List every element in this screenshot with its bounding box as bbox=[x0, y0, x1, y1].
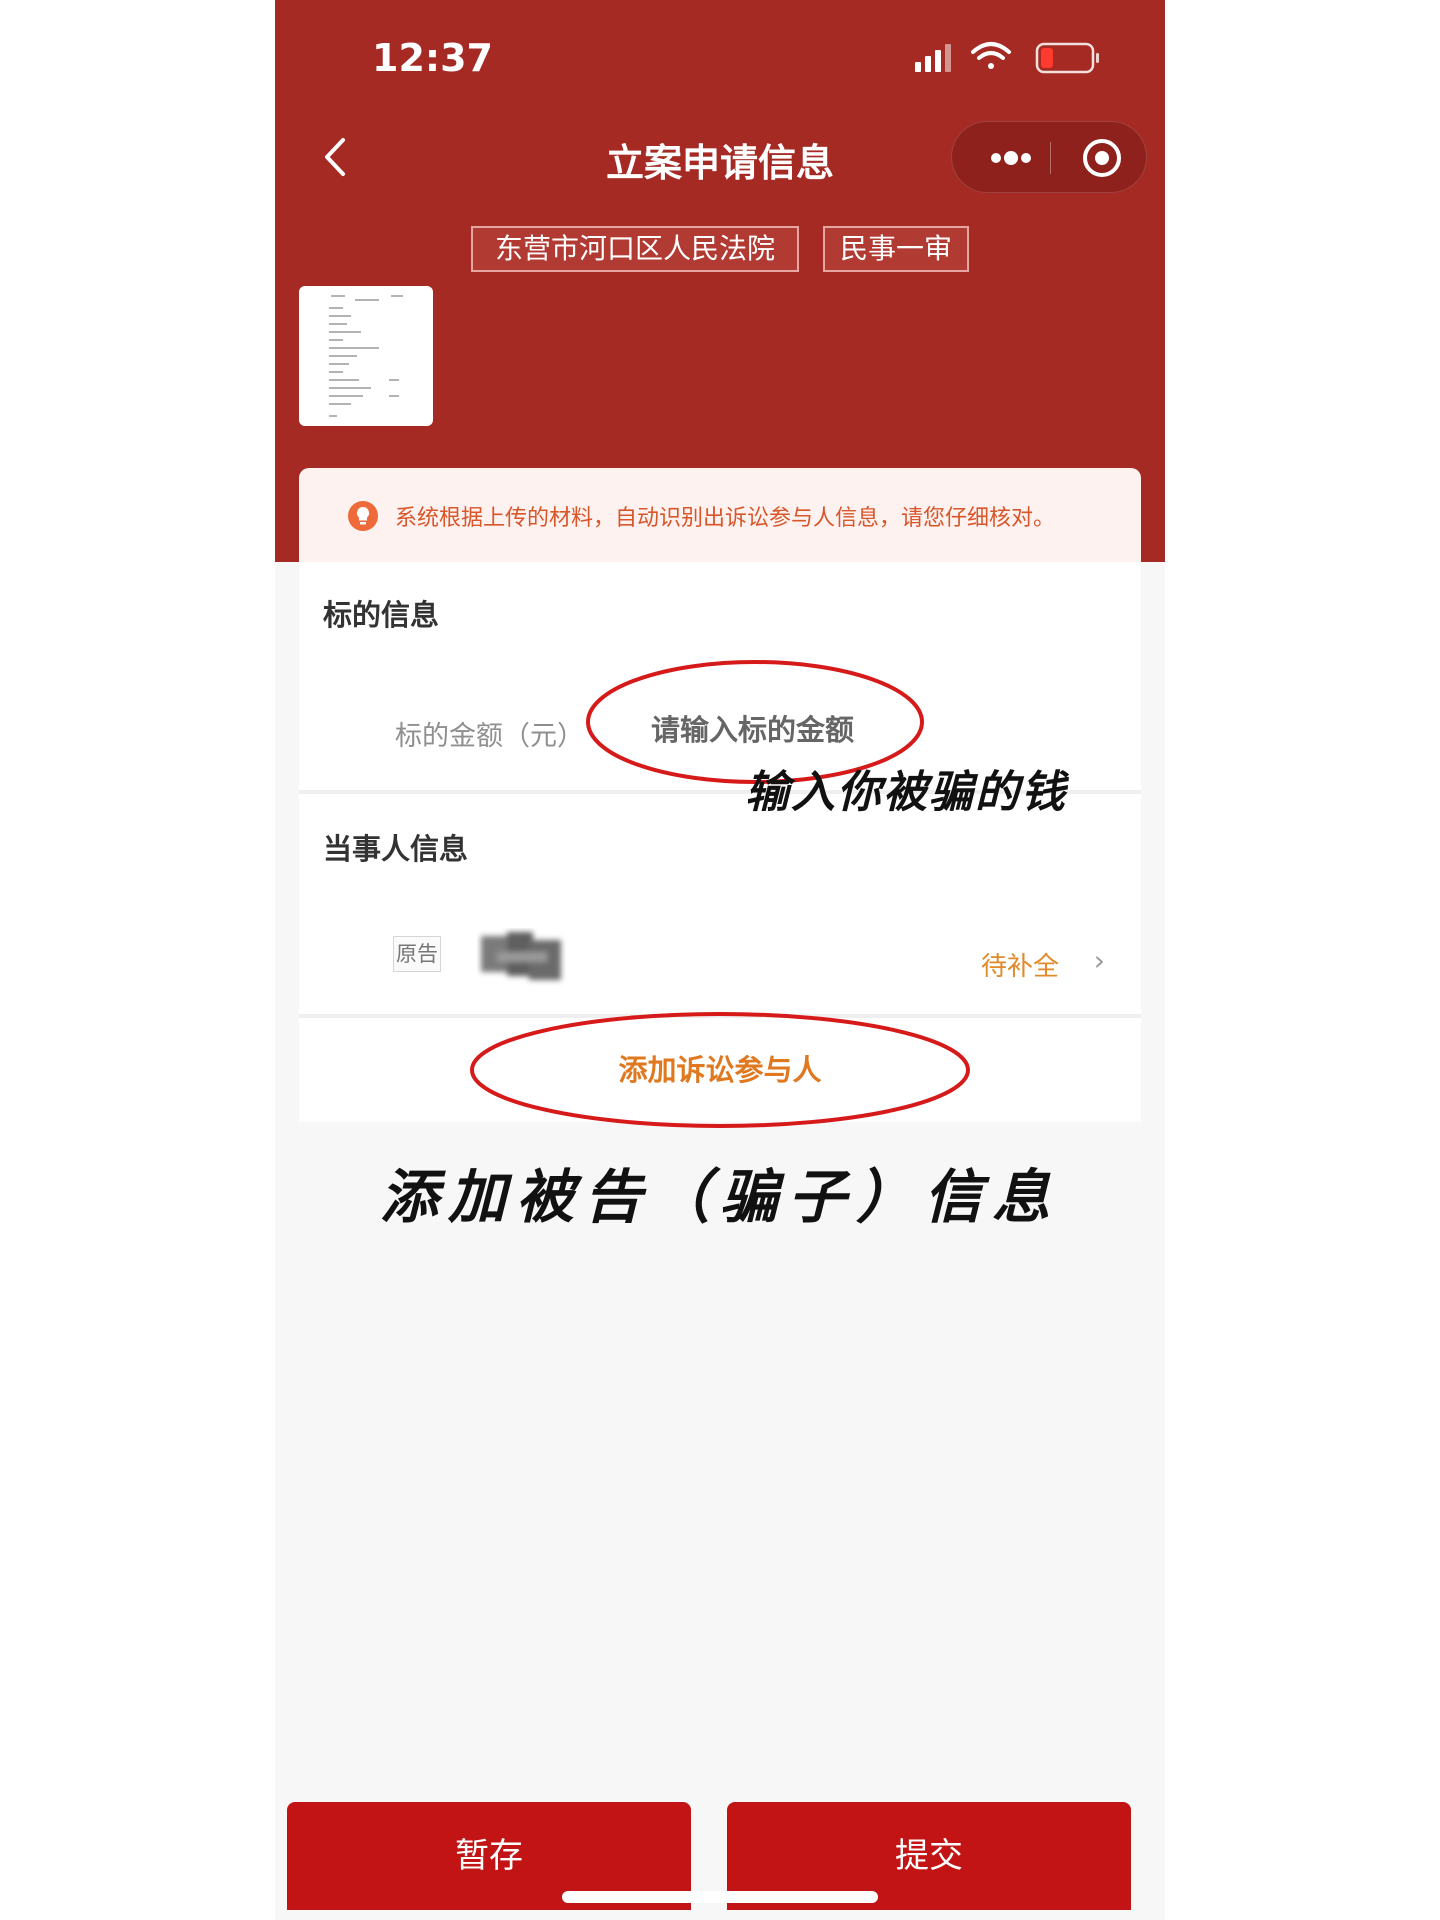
phone-screen: 12:37 立案申请信息 东营市河口区人民法院 民事一审 系统根据上传的材料，自… bbox=[275, 0, 1165, 1920]
battery-icon bbox=[1035, 42, 1099, 74]
close-miniprogram-button[interactable] bbox=[1072, 122, 1132, 194]
capsule-divider bbox=[1050, 142, 1051, 174]
target-icon bbox=[1083, 139, 1121, 177]
plaintiff-name-redacted[interactable] bbox=[477, 928, 567, 986]
annotation-enter-amount: 输入你被骗的钱 bbox=[745, 767, 1067, 818]
miniprogram-capsule bbox=[951, 121, 1147, 193]
chevron-right-icon[interactable]: › bbox=[1094, 944, 1105, 977]
amount-input[interactable] bbox=[651, 710, 951, 750]
plaintiff-role-tag: 原告 bbox=[393, 936, 441, 972]
status-icons bbox=[915, 38, 1105, 78]
court-tag: 东营市河口区人民法院 bbox=[471, 226, 799, 272]
uploaded-document-thumbnail[interactable] bbox=[299, 286, 433, 426]
more-dots-icon bbox=[991, 151, 1031, 165]
parties-section: 当事人信息 原告 待补全 › bbox=[299, 794, 1141, 1014]
add-participant-button[interactable]: 添加诉讼参与人 bbox=[299, 1018, 1141, 1122]
annotation-add-defendant: 添加被告（骗子）信息 bbox=[379, 1163, 1060, 1231]
document-preview-icon bbox=[329, 295, 403, 417]
add-participant-section: 添加诉讼参与人 bbox=[299, 1018, 1141, 1122]
cellular-signal-icon bbox=[915, 44, 951, 72]
wifi-icon bbox=[971, 42, 1011, 69]
parties-section-title: 当事人信息 bbox=[323, 832, 469, 866]
home-indicator bbox=[562, 1891, 878, 1903]
status-time: 12:37 bbox=[372, 36, 493, 80]
subject-section-title: 标的信息 bbox=[323, 598, 440, 632]
plaintiff-status[interactable]: 待补全 bbox=[981, 946, 1059, 983]
notice-text: 系统根据上传的材料，自动识别出诉讼参与人信息，请您仔细核对。 bbox=[395, 506, 1056, 531]
lightbulb-icon bbox=[348, 501, 378, 531]
amount-label: 标的金额（元） bbox=[395, 721, 584, 752]
notice-banner: 系统根据上传的材料，自动识别出诉讼参与人信息，请您仔细核对。 bbox=[299, 468, 1141, 562]
case-type-tag: 民事一审 bbox=[823, 226, 969, 272]
more-button[interactable] bbox=[974, 122, 1048, 194]
